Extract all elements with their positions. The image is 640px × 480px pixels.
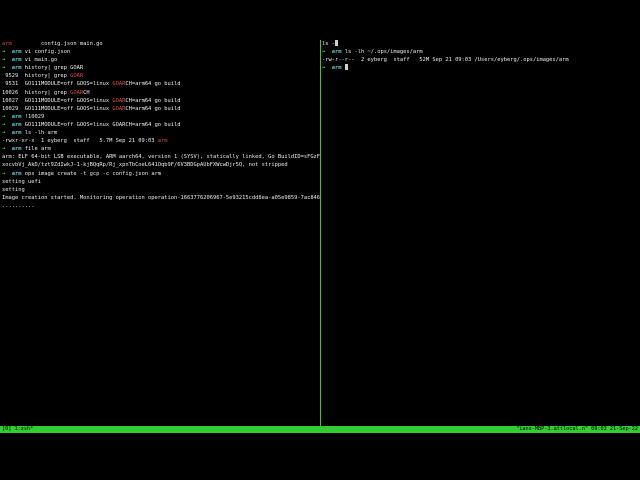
terminal-text: GO111MODULE=off GOOS=linux GOARCH=arm64 …: [21, 121, 181, 128]
terminal-line: setting uefi: [2, 178, 320, 186]
terminal-text: history| grep GOAR: [21, 65, 84, 72]
terminal-text: ls -lh ~/.ops/images/arm: [341, 49, 423, 56]
right-pane[interactable]: ls - ➜ arm ls -lh ~/.ops/images/arm -rw-r-…: [322, 40, 638, 426]
terminal-line: ..........: [2, 202, 320, 210]
terminal-text: arm: ELF 64-bit LSB executable, ARM aarc…: [2, 154, 320, 161]
terminal-text: ➜: [322, 49, 332, 56]
terminal-text: ➜: [2, 146, 12, 153]
terminal-line: 9531 GO111MODULE=off GOOS=linux GOARCH=a…: [2, 80, 320, 88]
terminal-text: setting uefi: [2, 178, 41, 185]
terminal-text: ➜: [2, 113, 12, 120]
terminal-text: arm: [331, 49, 342, 56]
terminal-line: ➜ arm vi config.json: [2, 48, 320, 56]
terminal-line: ➜ arm file arm: [2, 145, 320, 153]
terminal-text: 9529 history| grep: [2, 73, 71, 80]
terminal-text: ..........: [2, 202, 35, 209]
terminal-text: arm: [157, 138, 168, 145]
terminal-line: 9529 history| grep GOAR: [2, 72, 320, 80]
terminal-line: 10026 history| grep GOARCH: [2, 89, 320, 97]
terminal-text: arm: [11, 57, 22, 64]
terminal-text: arm: [11, 130, 22, 137]
terminal-text: config.json main.go: [11, 41, 103, 47]
terminal-text: ➜: [2, 57, 12, 64]
terminal-text: CH=arm64 go build: [125, 105, 181, 112]
terminal-line: ➜ arm: [322, 64, 638, 72]
terminal-text: vi main.go: [21, 57, 58, 64]
terminal-text: GOAR: [70, 89, 84, 96]
window-indicator[interactable]: [0] 1:zsh*: [2, 426, 33, 433]
terminal-text: ➜: [2, 65, 12, 72]
terminal-text: arm: [11, 113, 22, 120]
tmux-status-bar: [0] 1:zsh* "ians-MBP-3.attlocal.n" 09:03…: [0, 426, 640, 433]
terminal-text: GOAR: [70, 73, 84, 80]
terminal-line: ➜ arm history| grep GOAR: [2, 64, 320, 72]
terminal-line: 10027 GO111MODULE=off GOOS=linux GOARCH=…: [2, 97, 320, 105]
terminal-text: Image creation started. Monitoring opera…: [2, 194, 320, 201]
terminal-text: CH=arm64 go build: [125, 97, 181, 104]
terminal-text: arm: [11, 65, 22, 72]
cursor-icon: [344, 64, 348, 71]
terminal-text: 9531 GO111MODULE=off GOOS=linux: [2, 81, 113, 88]
terminal-line: Image creation started. Monitoring opera…: [2, 194, 320, 202]
terminal-line: ➜ arm ls -lh arm: [2, 129, 320, 137]
pane-divider[interactable]: [320, 40, 321, 426]
terminal-line: setting: [2, 186, 320, 194]
cursor-icon: [334, 40, 338, 46]
terminal-text: ➜: [2, 121, 12, 128]
terminal-text: CH: [83, 89, 90, 96]
terminal-line: ➜ arm ls -lh ~/.ops/images/arm: [322, 48, 638, 56]
terminal-text: 10026 history| grep: [2, 89, 71, 96]
terminal-text: ➜: [2, 170, 12, 177]
terminal-text: setting: [2, 186, 25, 193]
terminal-text: GOAR: [112, 105, 126, 112]
host-clock: "ians-MBP-3.attlocal.n" 09:03 21-Sep-22: [516, 426, 638, 432]
terminal-text: arm: [11, 49, 22, 56]
terminal-text: arm: [331, 65, 342, 72]
terminal-line: 10029 GO111MODULE=off GOOS=linux GOARCH=…: [2, 105, 320, 113]
terminal-line: xocvbVj_AkD/tzt9ZdIwkJ-1-kjBQqRp/Rj_xpnT…: [2, 161, 320, 169]
terminal-line: arm: ELF 64-bit LSB executable, ARM aarc…: [2, 153, 320, 161]
terminal-text: ➜: [2, 130, 12, 137]
terminal-text: GOAR: [112, 97, 126, 104]
terminal-text: ➜: [2, 49, 12, 56]
left-pane[interactable]: arm config.json main.go ➜ arm vi config.j…: [2, 40, 320, 426]
terminal-text: GOAR: [112, 81, 126, 88]
terminal-text: xocvbVj_AkD/tzt9ZdIwkJ-1-kjBQqRp/Rj_xpnT…: [2, 162, 288, 169]
terminal-line: -rwxr-xr-x 1 eyberg staff 5.7M Sep 21 09…: [2, 137, 320, 145]
terminal-text: arm: [2, 41, 12, 47]
terminal-line: -rw-r--r-- 2 eyberg staff 52M Sep 21 09:…: [322, 56, 638, 64]
terminal-screen: arm config.json main.go ➜ arm vi config.j…: [0, 0, 640, 480]
terminal-line: ➜ arm GO111MODULE=off GOOS=linux GOARCH=…: [2, 121, 320, 129]
terminal-text: ops image create -t gcp -c config.json a…: [21, 170, 162, 177]
terminal-text: !10029: [21, 113, 45, 120]
terminal-line: arm config.json main.go: [2, 40, 320, 48]
terminal-text: ls -lh arm: [21, 130, 58, 137]
terminal-text: arm: [11, 146, 22, 153]
terminal-text: CH=arm64 go build: [125, 81, 181, 88]
terminal-text: ls -: [322, 41, 335, 47]
terminal-text: file arm: [21, 146, 51, 153]
terminal-text: -rwxr-xr-x 1 eyberg staff 5.7M Sep 21 09…: [2, 138, 158, 145]
terminal-line: ➜ arm vi main.go: [2, 56, 320, 64]
terminal-text: arm: [11, 121, 22, 128]
terminal-text: 10029 GO111MODULE=off GOOS=linux: [2, 105, 113, 112]
terminal-line: ls -: [322, 40, 638, 48]
terminal-line: ➜ arm !10029: [2, 113, 320, 121]
terminal-text: -rw-r--r-- 2 eyberg staff 52M Sep 21 09:…: [322, 57, 569, 64]
terminal-text: ➜: [322, 65, 332, 72]
terminal-text: vi config.json: [21, 49, 71, 56]
terminal-text: arm: [11, 170, 22, 177]
terminal-text: 10027 GO111MODULE=off GOOS=linux: [2, 97, 113, 104]
terminal-line: ➜ arm ops image create -t gcp -c config.…: [2, 170, 320, 178]
